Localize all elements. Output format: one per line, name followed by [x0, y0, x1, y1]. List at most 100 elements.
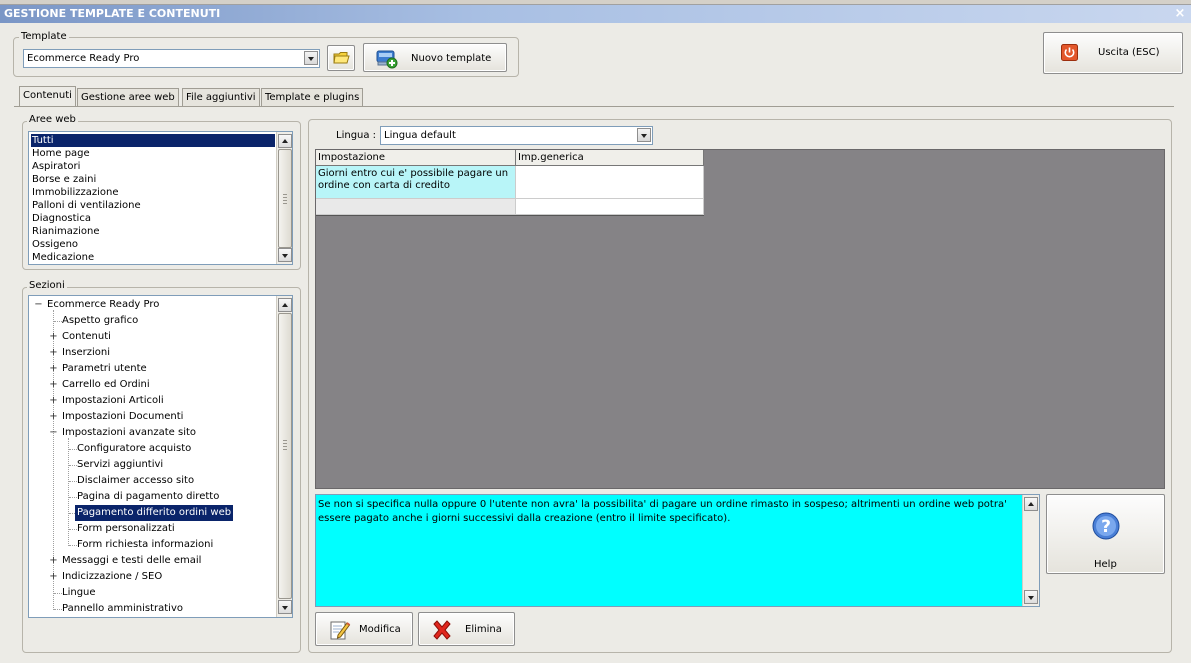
- tab-gestione-aree-web[interactable]: Gestione aree web: [77, 88, 179, 106]
- template-combo[interactable]: Ecommerce Ready Pro: [23, 49, 320, 68]
- tree-expander[interactable]: +: [49, 329, 58, 345]
- tree-node[interactable]: Form personalizzati: [77, 521, 175, 537]
- tree-node[interactable]: Ecommerce Ready Pro: [47, 297, 159, 313]
- tree-node[interactable]: Pagina di pagamento diretto: [77, 489, 219, 505]
- tree-node[interactable]: Form richiesta informazioni: [77, 537, 213, 553]
- lingua-combo[interactable]: Lingua default: [380, 126, 653, 145]
- template-legend: Template: [19, 31, 69, 43]
- tree-guide: [54, 609, 62, 610]
- tab-contenuti[interactable]: Contenuti: [19, 86, 76, 106]
- sezioni-legend: Sezioni: [27, 280, 67, 292]
- tree-node[interactable]: Indicizzazione / SEO: [62, 569, 162, 585]
- sezioni-tree[interactable]: − Ecommerce Ready Pro Aspetto grafico + …: [28, 295, 293, 618]
- tree-guide: [69, 465, 77, 466]
- tree-node[interactable]: Impostazioni avanzate sito: [62, 425, 196, 441]
- template-combo-value: Ecommerce Ready Pro: [27, 53, 140, 64]
- aree-web-list[interactable]: Tutti Home page Aspiratori Borse e zaini…: [28, 131, 293, 265]
- list-item[interactable]: Ossigeno: [31, 238, 79, 251]
- tree-expander[interactable]: +: [49, 377, 58, 393]
- open-folder-button[interactable]: [327, 45, 355, 71]
- list-item[interactable]: Palloni di ventilazione: [31, 199, 142, 212]
- help-button[interactable]: ? Help: [1046, 494, 1165, 574]
- tree-guide: [69, 529, 77, 530]
- tree-expander[interactable]: +: [49, 393, 58, 409]
- new-template-button[interactable]: Nuovo template: [363, 43, 507, 72]
- svg-text:?: ?: [1101, 517, 1111, 537]
- lingua-combo-value: Lingua default: [384, 130, 456, 141]
- lingua-dropdown-button[interactable]: [637, 128, 651, 142]
- scroll-thumb[interactable]: [278, 313, 292, 599]
- tree-guide: [69, 497, 77, 498]
- list-item[interactable]: Medicazione: [31, 251, 95, 264]
- list-item[interactable]: Rianimazione: [31, 225, 100, 238]
- sezioni-scrollbar[interactable]: [276, 296, 292, 617]
- tree-node[interactable]: Parametri utente: [62, 361, 147, 377]
- modifica-button[interactable]: Modifica: [315, 612, 413, 646]
- scroll-thumb[interactable]: [278, 149, 292, 248]
- list-item[interactable]: Diagnostica: [31, 212, 92, 225]
- aree-web-legend: Aree web: [27, 114, 78, 126]
- tree-guide: [69, 481, 77, 482]
- column-header-imp-generica[interactable]: Imp.generica: [516, 150, 704, 166]
- list-item[interactable]: Immobilizzazione: [31, 186, 120, 199]
- delete-icon: [431, 619, 453, 641]
- help-label: Help: [1094, 559, 1117, 570]
- description-scrollbar[interactable]: [1022, 495, 1039, 606]
- tree-node[interactable]: Carrello ed Ordini: [62, 377, 150, 393]
- scroll-down-button[interactable]: [278, 600, 292, 614]
- exit-button[interactable]: Uscita (ESC): [1043, 32, 1183, 74]
- table-cell-setting[interactable]: Giorni entro cui e' possibile pagare un …: [316, 166, 516, 199]
- tree-node[interactable]: Impostazioni Articoli: [62, 393, 164, 409]
- tree-node[interactable]: Disclaimer accesso sito: [77, 473, 194, 489]
- scroll-down-button[interactable]: [278, 248, 292, 262]
- tree-guide: [69, 545, 77, 546]
- modifica-label: Modifica: [359, 624, 401, 635]
- tree-node[interactable]: Impostazioni Documenti: [62, 409, 183, 425]
- tree-node-selected[interactable]: Pagamento differito ordini web: [75, 505, 234, 521]
- scroll-up-button[interactable]: [278, 298, 292, 312]
- list-item[interactable]: Home page: [31, 147, 91, 160]
- edit-icon: [329, 619, 351, 641]
- template-dropdown-button[interactable]: [304, 51, 318, 65]
- scroll-up-button[interactable]: [278, 134, 292, 148]
- list-item[interactable]: Tutti: [30, 133, 276, 148]
- tree-node[interactable]: Configuratore acquisto: [77, 441, 191, 457]
- new-template-label: Nuovo template: [411, 53, 492, 64]
- tree-guide: [54, 593, 62, 594]
- window-title: GESTIONE TEMPLATE E CONTENUTI: [0, 5, 1191, 23]
- list-item[interactable]: Aspiratori: [31, 160, 81, 173]
- aree-web-scrollbar[interactable]: [276, 132, 292, 264]
- tree-expander[interactable]: +: [49, 409, 58, 425]
- tree-expander[interactable]: −: [34, 297, 43, 313]
- elimina-button[interactable]: Elimina: [418, 612, 515, 646]
- tree-node[interactable]: Contenuti: [62, 329, 111, 345]
- tree-node[interactable]: Lingue: [62, 585, 96, 601]
- tab-template-plugins[interactable]: Template e plugins: [261, 88, 364, 106]
- tab-file-aggiuntivi[interactable]: File aggiuntivi: [182, 88, 260, 106]
- tree-expander[interactable]: −: [49, 425, 58, 441]
- tree-node[interactable]: Pannello amministrativo: [62, 601, 183, 617]
- tree-guide: [69, 449, 77, 450]
- table-cell-empty[interactable]: [516, 199, 704, 215]
- tree-expander[interactable]: +: [49, 361, 58, 377]
- tree-expander[interactable]: +: [49, 345, 58, 361]
- tree-node[interactable]: Inserzioni: [62, 345, 110, 361]
- tree-guide: [54, 321, 62, 322]
- folder-icon: [333, 50, 350, 66]
- column-header-impostazione[interactable]: Impostazione: [316, 150, 516, 166]
- tree-node[interactable]: Messaggi e testi delle email: [62, 553, 201, 569]
- exit-label: Uscita (ESC): [1098, 47, 1160, 58]
- tree-expander[interactable]: +: [49, 553, 58, 569]
- tree-node[interactable]: Aspetto grafico: [62, 313, 138, 329]
- description-box[interactable]: Se non si specifica nulla oppure 0 l'ute…: [315, 494, 1040, 607]
- tree-node[interactable]: Servizi aggiuntivi: [77, 457, 163, 473]
- close-icon[interactable]: ×: [1173, 5, 1187, 23]
- scroll-down-button[interactable]: [1024, 590, 1038, 604]
- table-cell-value[interactable]: [516, 166, 704, 199]
- table-cell-empty[interactable]: [316, 199, 516, 215]
- scroll-up-button[interactable]: [1024, 497, 1038, 511]
- settings-grid[interactable]: Impostazione Imp.generica Giorni entro c…: [315, 149, 1165, 489]
- tree-expander[interactable]: +: [49, 569, 58, 585]
- new-template-icon: [376, 48, 398, 69]
- list-item[interactable]: Borse e zaini: [31, 173, 97, 186]
